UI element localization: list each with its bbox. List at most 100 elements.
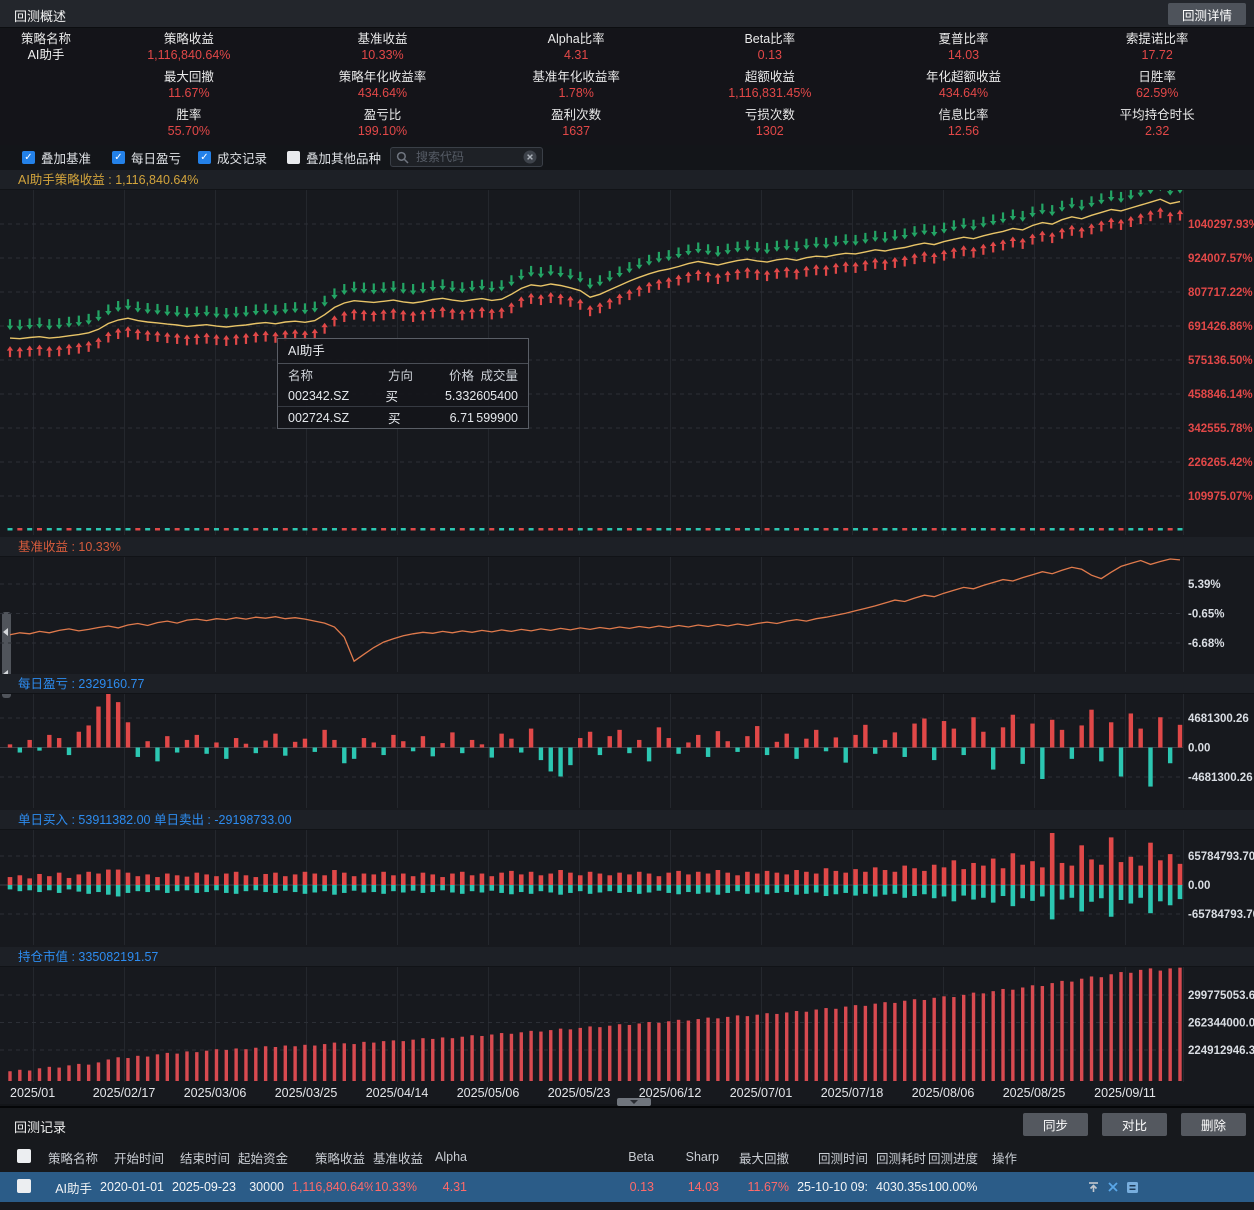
stat-2-2: 盈亏比199.10% xyxy=(286,108,480,139)
stat-1-5: 年化超额收益434.64% xyxy=(867,70,1061,101)
backtest-records-section: 回测记录 同步对比删除 策略名称开始时间结束时间起始资金策略收益基准收益Alph… xyxy=(0,1106,1254,1210)
stat-value: 10.33% xyxy=(286,48,480,64)
records-col-header: Beta xyxy=(475,1150,662,1164)
svg-text:575136.50%: 575136.50% xyxy=(1188,355,1253,367)
records-header: 回测记录 同步对比删除 xyxy=(0,1108,1254,1142)
records-delete-button[interactable]: 删除 xyxy=(1181,1113,1246,1136)
record-row[interactable]: AI助手2020-01-012025-09-23300001,116,840.6… xyxy=(0,1172,1254,1202)
records-table-body: AI助手2020-01-012025-09-23300001,116,840.6… xyxy=(0,1172,1254,1202)
tooltip-header: 成交量 xyxy=(474,365,518,384)
stat-label: 盈亏比 xyxy=(286,108,480,124)
strategy-return-chart[interactable]: 1040297.93%924007.57%807717.22%691426.86… xyxy=(0,190,1254,535)
unchecked-checkbox-icon xyxy=(287,151,300,164)
symbol-search[interactable] xyxy=(390,147,543,167)
checkbox-label: 每日盈亏 xyxy=(131,148,181,167)
records-compare-button[interactable]: 对比 xyxy=(1102,1113,1167,1136)
overlay-checkbox-0[interactable]: ✓叠加基准 xyxy=(22,148,91,166)
tooltip-cell: 002724.SZ xyxy=(288,411,388,425)
svg-text:65784793.70: 65784793.70 xyxy=(1188,851,1254,863)
backtest-overview-page: 回测概述 回测详情 策略名称AI助手策略收益1,116,840.64%基准收益1… xyxy=(0,0,1254,1210)
stat-label: 日胜率 xyxy=(1060,70,1254,86)
record-cell-alpha: 4.31 xyxy=(425,1180,475,1194)
record-cell-capital: 30000 xyxy=(238,1180,292,1194)
select-all-checkbox[interactable] xyxy=(17,1149,31,1163)
svg-text:226265.42%: 226265.42% xyxy=(1188,457,1253,469)
svg-text:4681300.26: 4681300.26 xyxy=(1188,713,1249,725)
move-to-top-icon[interactable] xyxy=(1087,1181,1100,1194)
svg-text:299775053.61: 299775053.61 xyxy=(1188,990,1254,1002)
tooltip-cell: 买 xyxy=(385,386,426,405)
position-value-chart[interactable]: 299775053.61 262344000.00 224912946.39 xyxy=(0,967,1254,1082)
record-cell-progress: 100.00% xyxy=(928,1180,984,1194)
tooltip-title: AI助手 xyxy=(278,339,528,364)
svg-text:-65784793.70: -65784793.70 xyxy=(1188,909,1254,921)
stat-2-6: 平均持仓时长2.32 xyxy=(1060,108,1254,139)
tooltip-row: 002342.SZ买5.332605400 xyxy=(278,385,528,406)
svg-text:262344000.00: 262344000.00 xyxy=(1188,1018,1254,1030)
record-cell-beta: 0.13 xyxy=(475,1180,662,1194)
checkbox-label: 成交记录 xyxy=(217,148,267,167)
benchmark-return-chart[interactable]: 5.39%-0.65%-6.68% xyxy=(0,557,1254,672)
stat-label: 策略名称 xyxy=(0,32,92,48)
daily-buy-sell-chart[interactable]: 65784793.70 0.00 -65784793.70 xyxy=(0,830,1254,945)
stat-1-2: 策略年化收益率434.64% xyxy=(286,70,480,101)
svg-text:807717.22%: 807717.22% xyxy=(1188,287,1253,299)
x-axis-label: 2025/04/14 xyxy=(366,1086,429,1100)
position-flag-strip xyxy=(8,528,1183,531)
clear-icon[interactable] xyxy=(523,150,537,164)
stat-2-1: 胜率55.70% xyxy=(92,108,286,139)
stat-label: 胜率 xyxy=(92,108,286,124)
svg-text:0.00: 0.00 xyxy=(1188,880,1210,892)
svg-text:224912946.39: 224912946.39 xyxy=(1188,1045,1254,1057)
row-checkbox[interactable] xyxy=(17,1179,31,1193)
records-col-header: 回测耗时 xyxy=(876,1148,928,1167)
records-col-header: 策略名称 xyxy=(48,1148,100,1167)
tooltip-cell: 2605400 xyxy=(469,389,518,403)
record-cell-drawdown: 11.67% xyxy=(727,1180,797,1194)
stat-0-2: 基准收益10.33% xyxy=(286,32,480,63)
record-cell-elapsed: 4030.35s xyxy=(876,1180,928,1194)
tooltip-header-row: 名称方向价格成交量 xyxy=(278,364,528,385)
stat-0-0: 策略名称AI助手 xyxy=(0,32,92,63)
svg-text:924007.57%: 924007.57% xyxy=(1188,253,1253,265)
stat-label: 策略收益 xyxy=(92,32,286,48)
stat-value: 1637 xyxy=(479,124,673,140)
stat-value: 1.78% xyxy=(479,86,673,102)
stat-label: 亏损次数 xyxy=(673,108,867,124)
x-axis-label: 2025/06/12 xyxy=(639,1086,702,1100)
tooltip-header: 名称 xyxy=(288,365,388,384)
stat-1-6: 日胜率62.59% xyxy=(1060,70,1254,101)
record-cell-ops xyxy=(984,1181,1254,1194)
search-input[interactable] xyxy=(414,149,518,165)
records-col-header: 开始时间 xyxy=(100,1148,172,1167)
close-icon[interactable] xyxy=(1107,1181,1119,1193)
records-col-header: 回测时间 xyxy=(797,1148,876,1167)
records-sync-button[interactable]: 同步 xyxy=(1023,1113,1088,1136)
x-axis-label: 2025/03/06 xyxy=(184,1086,247,1100)
overlay-checkbox-3[interactable]: 叠加其他品种 xyxy=(287,148,381,166)
overlay-checkbox-1[interactable]: ✓每日盈亏 xyxy=(112,148,181,166)
backtest-detail-button[interactable]: 回测详情 xyxy=(1168,3,1246,25)
daily-pnl-chart[interactable]: 4681300.260.00-4681300.26 xyxy=(0,694,1254,808)
stat-label: 盈利次数 xyxy=(479,108,673,124)
stat-value: 0.13 xyxy=(673,48,867,64)
stat-value: 12.56 xyxy=(867,124,1061,140)
stat-0-5: 夏普比率14.03 xyxy=(867,32,1061,63)
stat-label: Beta比率 xyxy=(673,32,867,48)
record-cell-sharp: 14.03 xyxy=(662,1180,727,1194)
record-cell-time: 25-10-10 09: xyxy=(797,1180,876,1194)
records-col-header: 基准收益 xyxy=(373,1148,425,1167)
stat-label: 年化超额收益 xyxy=(867,70,1061,86)
log-icon[interactable] xyxy=(1126,1181,1139,1194)
stat-value: 199.10% xyxy=(286,124,480,140)
stat-label: 基准年化收益率 xyxy=(479,70,673,86)
stat-label: 基准收益 xyxy=(286,32,480,48)
overlay-checkbox-2[interactable]: ✓成交记录 xyxy=(198,148,267,166)
stat-value: 62.59% xyxy=(1060,86,1254,102)
stat-label: 最大回撤 xyxy=(92,70,286,86)
stat-value: 1,116,831.45% xyxy=(673,86,867,102)
benchmark-return-title: 基准收益 : 10.33% xyxy=(0,537,1254,557)
position-value-title: 持仓市值 : 335082191.57 xyxy=(0,947,1254,967)
stat-label: 夏普比率 xyxy=(867,32,1061,48)
stat-1-4: 超额收益1,116,831.45% xyxy=(673,70,867,101)
